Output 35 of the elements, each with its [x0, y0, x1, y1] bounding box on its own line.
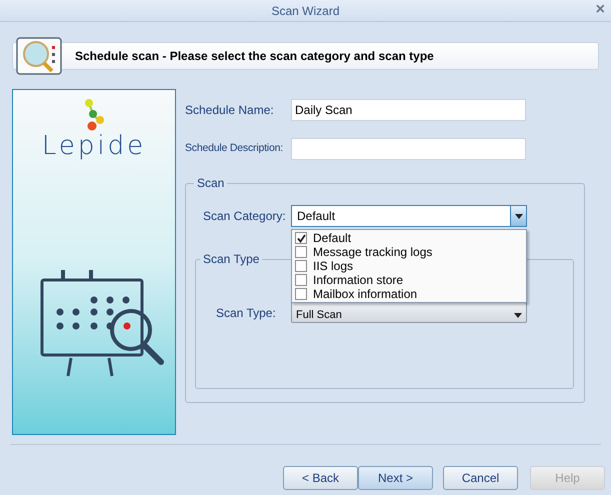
group-legend: Scan	[194, 176, 228, 190]
field-label: Schedule Description:	[185, 141, 284, 156]
dropdown-option[interactable]: Mailbox information	[292, 287, 526, 301]
field-label: Scan Category:	[203, 208, 287, 225]
dropdown-value: Default	[296, 208, 336, 225]
group-legend: Scan Type	[200, 252, 262, 266]
wizard-button[interactable]: Cancel	[443, 466, 518, 490]
dropdown-arrow-icon	[514, 214, 522, 218]
scan-category-dropdown[interactable]: Default	[291, 205, 527, 227]
checkbox[interactable]	[295, 288, 307, 300]
dropdown-option[interactable]: Message tracking logs	[292, 245, 526, 259]
logo-icon	[82, 98, 106, 132]
wizard-button[interactable]: < Back	[283, 466, 358, 490]
calendar-magnifier-icon	[16, 35, 62, 75]
close-button[interactable]: ×	[596, 2, 605, 18]
checkbox[interactable]	[295, 246, 307, 258]
checkbox[interactable]	[295, 260, 307, 272]
logo-text: Lepide	[42, 132, 146, 160]
dropdown-button[interactable]	[510, 206, 526, 226]
window-title: Scan Wizard	[271, 2, 340, 20]
dropdown-arrow-icon	[514, 313, 522, 318]
dropdown-value: Full Scan	[295, 309, 342, 321]
schedule-description-field[interactable]	[291, 138, 526, 160]
scan-type-dropdown[interactable]: Full Scan	[291, 302, 527, 323]
field-label: Scan Type:	[216, 304, 277, 322]
checkbox[interactable]	[295, 274, 307, 286]
wizard-button[interactable]: Next >	[358, 466, 433, 490]
header-title: Schedule scan - Please select the scan category and scan type	[75, 48, 434, 65]
checkbox[interactable]	[295, 232, 307, 244]
check-icon	[296, 234, 306, 242]
dropdown-option[interactable]: IIS logs	[292, 259, 526, 273]
dropdown-option[interactable]: Information store	[292, 273, 526, 287]
field-label: Schedule Name:	[185, 102, 275, 119]
dropdown-option[interactable]: Default	[292, 231, 526, 245]
schedule-name-field[interactable]: Daily Scan	[291, 99, 526, 121]
